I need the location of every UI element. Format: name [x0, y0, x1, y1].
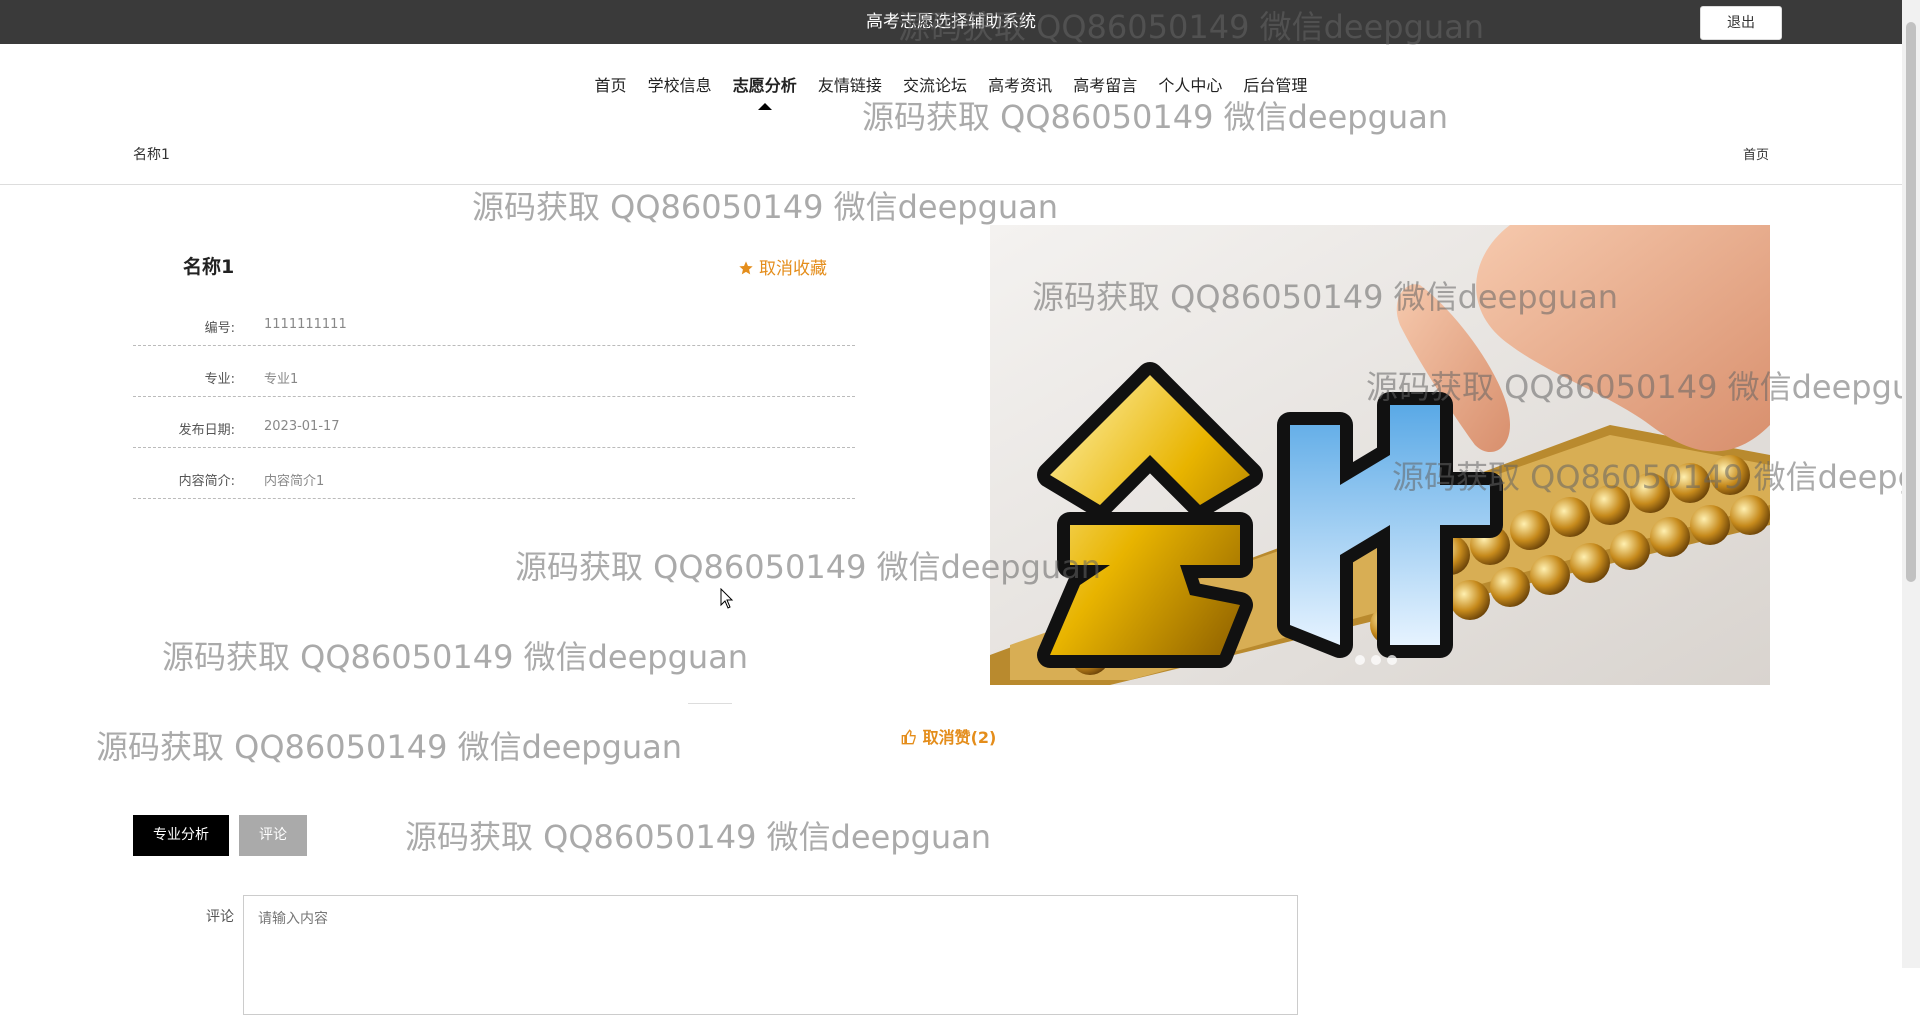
tab-comment[interactable]: 评论 [239, 815, 307, 856]
field-value: 专业1 [264, 372, 299, 387]
field-row: 编号: 1111111111 [133, 295, 855, 346]
breadcrumb: 名称1 首页 [0, 140, 1902, 185]
divider [688, 703, 732, 704]
nav-item-school-info[interactable]: 学校信息 [648, 72, 712, 110]
field-value: 2023-01-17 [264, 419, 340, 434]
tab-major-analysis[interactable]: 专业分析 [133, 815, 229, 856]
nav-item-news[interactable]: 高考资讯 [988, 72, 1052, 110]
page-scrollbar[interactable] [1902, 0, 1920, 968]
carousel-dots [1355, 650, 1403, 669]
nav-item-volunteer-analysis[interactable]: 志愿分析 [733, 72, 797, 110]
nav-item-friend-links[interactable]: 友情链接 [818, 72, 882, 110]
field-label: 编号: [204, 321, 235, 336]
breadcrumb-current: 名称1 [133, 147, 170, 163]
nav-item-personal-center[interactable]: 个人中心 [1158, 72, 1222, 110]
field-row: 专业: 专业1 [133, 346, 855, 397]
unfavorite-label: 取消收藏 [759, 259, 827, 279]
carousel-dot[interactable] [1387, 655, 1397, 665]
field-label: 发布日期: [178, 423, 235, 438]
thumbs-up-icon [901, 729, 916, 745]
breadcrumb-home-link[interactable]: 首页 [1743, 144, 1769, 163]
logout-button[interactable]: 退出 [1700, 6, 1782, 40]
banner-carousel[interactable] [990, 225, 1770, 685]
top-bar: 高考志愿选择辅助系统 退出 [0, 0, 1902, 44]
site-title: 高考志愿选择辅助系统 [866, 12, 1036, 32]
nav-item-home[interactable]: 首页 [595, 72, 627, 110]
field-label: 内容简介: [178, 474, 235, 489]
field-value: 内容简介1 [264, 474, 325, 489]
scrollbar-thumb[interactable] [1906, 22, 1916, 582]
nav-item-messages[interactable]: 高考留言 [1073, 72, 1137, 110]
watermark-text: 源码获取 QQ86050149 微信deepguan [162, 638, 749, 676]
field-row: 内容简介: 内容简介1 [133, 448, 855, 499]
banner-image [990, 225, 1770, 685]
carousel-dot[interactable] [1355, 655, 1365, 665]
watermark-text: 源码获取 QQ86050149 微信deepguan [96, 728, 683, 766]
comment-label: 评论 [206, 909, 234, 925]
field-label: 专业: [204, 372, 235, 387]
detail-title: 名称1 [183, 256, 235, 278]
main-nav: 首页 学校信息 志愿分析 友情链接 交流论坛 高考资讯 高考留言 个人中心 后台… [0, 72, 1902, 110]
comment-input[interactable] [243, 895, 1298, 1015]
field-row: 发布日期: 2023-01-17 [133, 397, 855, 448]
watermark-text: 源码获取 QQ86050149 微信deepguan [472, 188, 1059, 226]
field-value: 1111111111 [264, 317, 347, 332]
unfavorite-button[interactable]: 取消收藏 [738, 254, 827, 279]
star-icon [738, 261, 753, 275]
unlike-button[interactable]: 取消赞(2) [901, 724, 996, 748]
carousel-dot[interactable] [1371, 655, 1381, 665]
watermark-text: 源码获取 QQ86050149 微信deepguan [405, 818, 992, 856]
unlike-label: 取消赞(2) [922, 728, 997, 747]
nav-item-forum[interactable]: 交流论坛 [903, 72, 967, 110]
nav-item-admin[interactable]: 后台管理 [1243, 72, 1307, 110]
mouse-cursor-icon [720, 588, 734, 609]
